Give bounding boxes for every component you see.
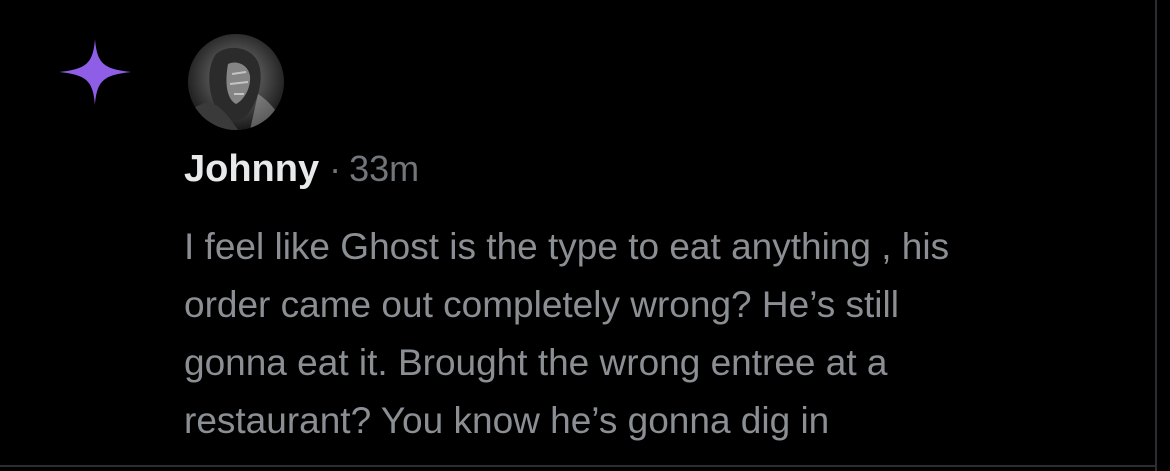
- post-text-line: I feel like Ghost is the type to eat any…: [184, 226, 950, 267]
- post-text-line: gonna eat it. Brought the wrong entree a…: [184, 342, 888, 383]
- post-text-line: restaurant? You know he’s gonna dig in: [184, 400, 830, 441]
- post-header: Johnny · 33m: [184, 148, 419, 204]
- sparkle-icon: [59, 39, 131, 105]
- meta-separator: ·: [329, 148, 342, 189]
- post-timestamp[interactable]: 33m: [349, 148, 419, 190]
- author-name[interactable]: Johnny: [184, 148, 319, 191]
- avatar[interactable]: [188, 34, 284, 130]
- divider: [0, 465, 1157, 467]
- post-text: I feel like Ghost is the type to eat any…: [184, 218, 1124, 450]
- post-text-line: order came out completely wrong? He’s st…: [184, 284, 899, 325]
- post-item[interactable]: Johnny · 33m I feel like Ghost is the ty…: [0, 0, 1155, 465]
- divider: [1155, 0, 1157, 471]
- avatar-image: [188, 34, 284, 130]
